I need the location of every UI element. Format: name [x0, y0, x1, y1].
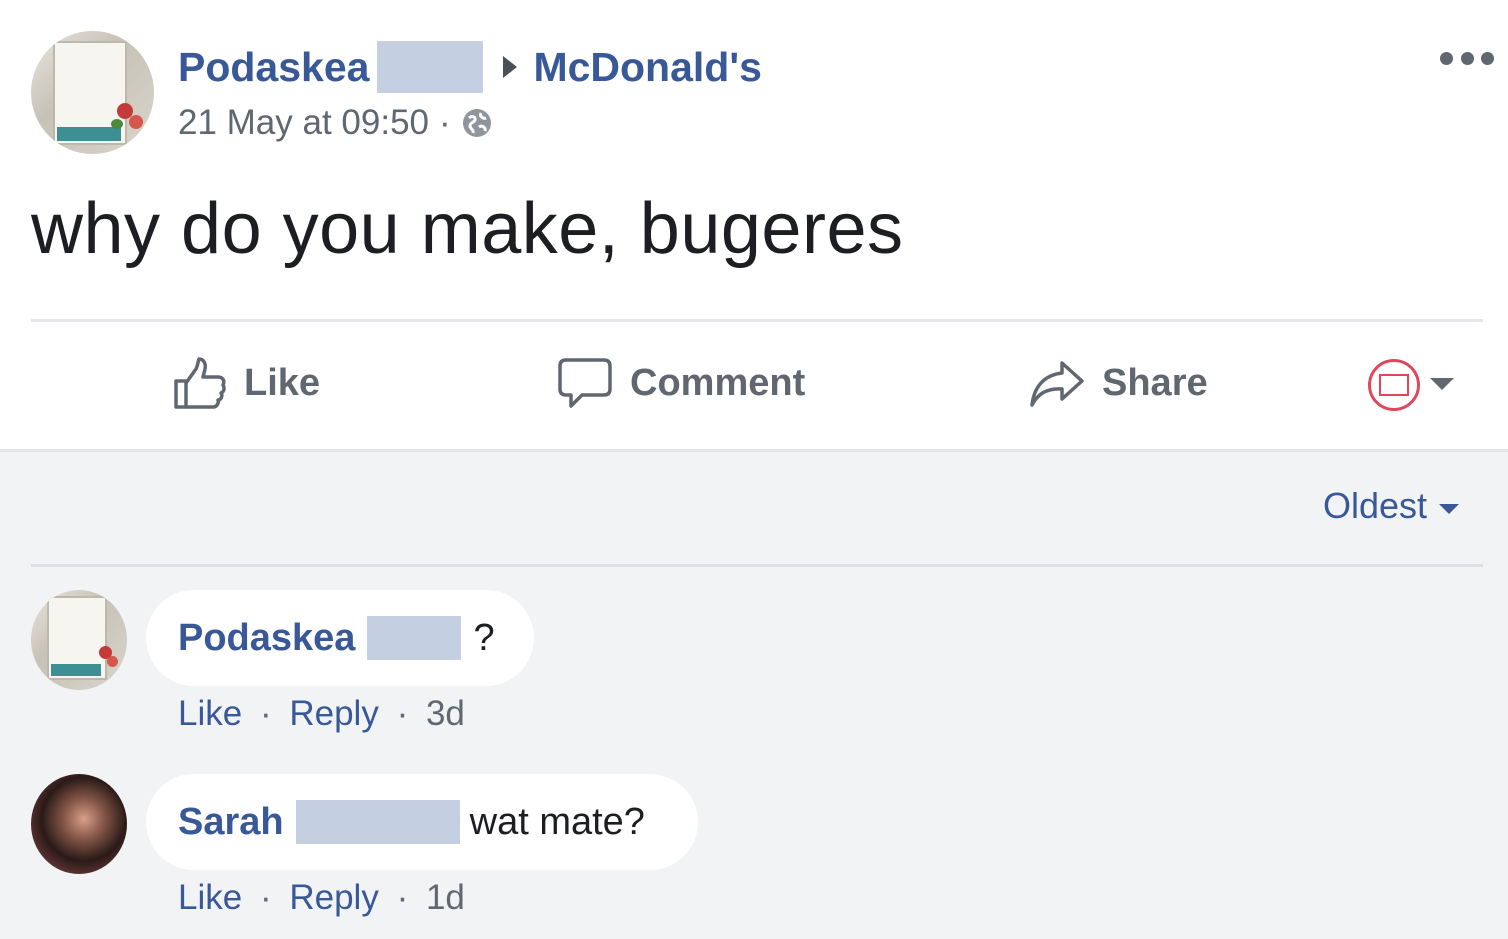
- comment-reply-link[interactable]: Reply: [289, 878, 378, 917]
- sort-dropdown[interactable]: Oldest: [1323, 484, 1460, 528]
- share-button[interactable]: Share: [1028, 352, 1208, 414]
- comment-text: wat mate?: [469, 800, 645, 843]
- like-label: Like: [244, 361, 321, 404]
- share-arrow-icon: [1030, 361, 1084, 407]
- comment-meta: Like · Reply · 3d: [178, 694, 465, 734]
- like-button[interactable]: Like: [172, 352, 320, 414]
- comment-author[interactable]: Podaskea: [178, 617, 355, 660]
- comment-like-link[interactable]: Like: [178, 694, 242, 733]
- comment-avatar[interactable]: [31, 590, 127, 690]
- thumbs-up-icon: [174, 357, 226, 409]
- post-author-name[interactable]: Podaskea: [178, 44, 369, 91]
- meta-separator: ·: [396, 694, 409, 733]
- redacted-surname: [367, 616, 462, 660]
- comment-reply-link[interactable]: Reply: [289, 694, 378, 733]
- comment-button[interactable]: Comment: [556, 352, 805, 414]
- sort-label: Oldest: [1323, 485, 1428, 526]
- comments-divider: [31, 564, 1483, 567]
- comments-section: Oldest Podaskea ? Like · Reply · 3d Sara…: [0, 449, 1508, 939]
- comment-age[interactable]: 1d: [426, 878, 465, 917]
- post-author-avatar[interactable]: [31, 31, 154, 154]
- meta-separator: ·: [396, 878, 409, 917]
- comment-avatar[interactable]: [31, 774, 127, 874]
- arrow-right-icon: [503, 56, 518, 78]
- post-divider: [31, 319, 1483, 322]
- comment-author[interactable]: Sarah: [178, 801, 284, 844]
- comment-like-link[interactable]: Like: [178, 878, 242, 917]
- redacted-surname: [295, 800, 460, 844]
- comment-age[interactable]: 3d: [426, 694, 465, 733]
- comment-text: ?: [473, 616, 495, 659]
- meta-separator: ·: [259, 878, 272, 917]
- redacted-surname: [377, 41, 484, 93]
- comment-label: Comment: [630, 361, 806, 404]
- comment-bubble: Sarah wat mate?: [146, 774, 698, 870]
- post-meta-line: 21 May at 09:50 ·: [178, 100, 493, 146]
- post-text: why do you make, bugeres: [31, 189, 904, 269]
- meta-separator: ·: [439, 103, 451, 142]
- comment-bubble: Podaskea ?: [146, 590, 534, 686]
- page-avatar-icon[interactable]: [1368, 359, 1420, 411]
- target-page-name[interactable]: McDonald's: [533, 44, 761, 91]
- chevron-down-icon: [1439, 504, 1460, 514]
- globe-icon[interactable]: [461, 107, 493, 139]
- share-label: Share: [1102, 361, 1208, 404]
- post-header-line: Podaskea McDonald's: [178, 40, 762, 94]
- chevron-down-icon[interactable]: [1430, 378, 1454, 390]
- post-timestamp[interactable]: 21 May at 09:50: [178, 103, 429, 143]
- ellipsis-icon[interactable]: [1440, 48, 1494, 68]
- speech-bubble-icon: [558, 358, 612, 408]
- meta-separator: ·: [259, 694, 272, 733]
- comment-meta: Like · Reply · 1d: [178, 878, 465, 918]
